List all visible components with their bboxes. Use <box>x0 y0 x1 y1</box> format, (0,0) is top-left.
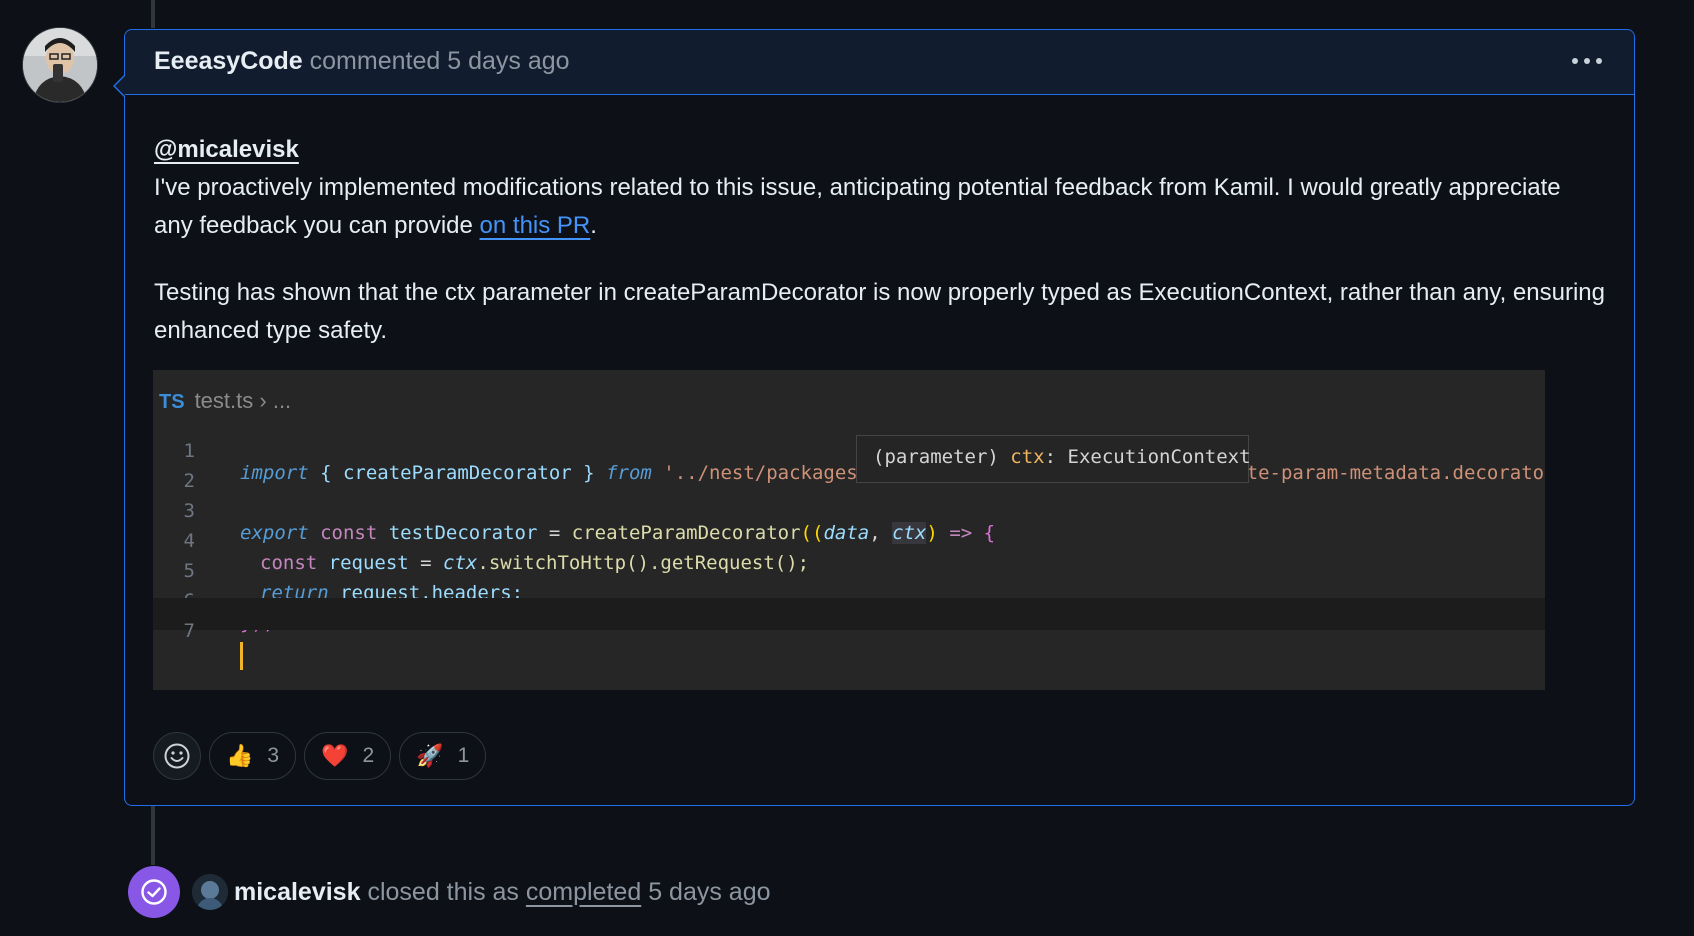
check-circle-icon <box>128 866 180 918</box>
comment-time[interactable]: 5 days ago <box>447 47 569 75</box>
reactions-bar: 👍 3 ❤️ 2 🚀 1 <box>153 732 487 780</box>
code-line: 2 <box>183 470 195 492</box>
timeline-line <box>151 805 155 865</box>
closed-event: micalevisk closed this as completed 5 da… <box>128 866 771 918</box>
comment-meta: EeeasyCode commented 5 days ago <box>154 47 570 76</box>
paragraph-text: Testing has shown that the ctx parameter… <box>154 279 1605 344</box>
hover-tooltip: (parameter) ctx: ExecutionContext <box>856 435 1251 483</box>
mention-link[interactable]: @micalevisk <box>154 136 299 163</box>
author-avatar[interactable] <box>22 27 98 103</box>
event-time[interactable]: 5 days ago <box>648 878 770 906</box>
code-screenshot-image: TS test.ts › ... 1 import { createParamDe… <box>153 370 1545 690</box>
reaction-rocket-button[interactable]: 🚀 1 <box>399 732 487 780</box>
reaction-count: 1 <box>457 744 470 767</box>
reaction-count: 2 <box>362 744 375 767</box>
timeline-line <box>151 0 155 28</box>
comment-body: @micalevisk I've proactively implemented… <box>125 95 1634 350</box>
pr-link[interactable]: on this PR <box>480 212 591 239</box>
code-line: 1 import { createParamDecorator } from '… <box>183 440 1545 484</box>
add-reaction-button[interactable] <box>153 732 201 780</box>
paragraph-text: I've proactively implemented modificatio… <box>154 174 1561 239</box>
editor-breadcrumb: TS test.ts › ... <box>159 388 292 413</box>
comment-action: commented <box>309 47 441 75</box>
typescript-file-icon: TS <box>159 391 185 413</box>
closer-username-link[interactable]: micalevisk <box>234 878 361 906</box>
code-line: 6 }); <box>153 568 1545 634</box>
completed-link[interactable]: completed <box>526 878 641 906</box>
code-line: 3 export const testDecorator = createPar… <box>183 500 996 544</box>
reaction-count: 3 <box>267 744 280 767</box>
file-name: test.ts <box>194 388 254 413</box>
heart-icon: ❤️ <box>321 743 349 768</box>
kebab-menu-icon[interactable] <box>1572 58 1602 64</box>
comment-header: EeeasyCode commented 5 days ago <box>125 30 1634 95</box>
avatar-photo <box>23 28 97 102</box>
reaction-thumbs-up-button[interactable]: 👍 3 <box>209 732 297 780</box>
text-cursor <box>240 642 243 670</box>
comment-card: EeeasyCode commented 5 days ago @micalev… <box>113 29 1635 806</box>
code-line: 5 return request.headers; <box>183 560 524 604</box>
closed-event-text: micalevisk closed this as completed 5 da… <box>234 877 771 906</box>
smiley-add-icon <box>164 743 190 769</box>
thumbs-up-icon: 👍 <box>226 743 254 768</box>
comment-author-link[interactable]: EeeasyCode <box>154 47 303 75</box>
reaction-heart-button[interactable]: ❤️ 2 <box>304 732 392 780</box>
closer-avatar[interactable] <box>192 874 228 910</box>
rocket-icon: 🚀 <box>416 743 444 768</box>
code-line: 4 const request = ctx.switchToHttp().get… <box>183 530 810 574</box>
chevron-right-icon: › <box>259 388 267 413</box>
code-line: 7 <box>153 598 1545 670</box>
